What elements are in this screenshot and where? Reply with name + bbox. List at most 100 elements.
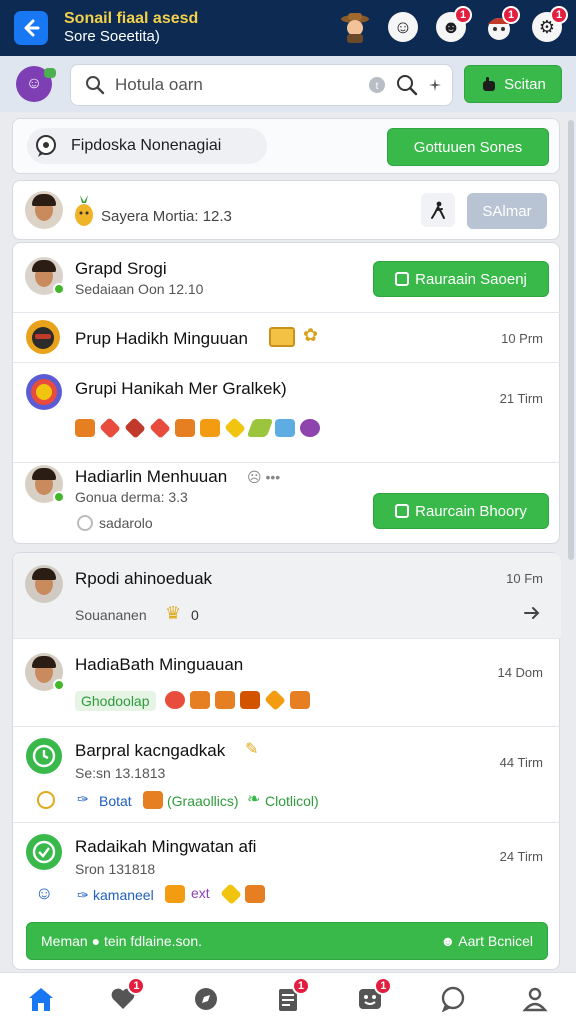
pencil-icon: ✎	[245, 741, 259, 758]
chat-list: Grapd Srogi Sedaiaan Oon 12.10 Rauraain …	[12, 242, 561, 545]
list-item[interactable]: Hadiarlin Menhuuan ☹ ••• Gonua derma: 3.…	[13, 463, 561, 545]
face-icon: ☹ •••	[247, 469, 281, 485]
sticker-icon	[240, 691, 260, 709]
list-item[interactable]: Grupi Hanikah Mer Gralkek) 21 Tirm	[13, 363, 561, 463]
chat-time: 10 Fm	[506, 571, 543, 586]
arrow-left-icon	[24, 19, 40, 37]
app-logo[interactable]: ☺	[16, 66, 56, 102]
chat-subtitle: Gonua derma: 3.3	[75, 489, 188, 505]
smiley-button[interactable]: ☺	[384, 8, 422, 46]
sticker-icon	[275, 419, 295, 437]
sticker-icon	[264, 689, 286, 711]
online-indicator	[53, 491, 65, 503]
svg-text:t: t	[376, 81, 379, 92]
arrow-right-icon[interactable]	[523, 605, 541, 621]
scrollbar[interactable]	[568, 120, 574, 560]
sticker-icon	[149, 417, 171, 439]
person-button[interactable]	[421, 193, 455, 227]
chat-bubble-icon	[36, 135, 56, 157]
list-item[interactable]: Grapd Srogi Sedaiaan Oon 12.10 Rauraain …	[13, 243, 561, 313]
list-item[interactable]: Rpodi ahinoeduak 10 Fm Souananen ♛ 0	[13, 553, 561, 639]
settings-button[interactable]: ⚙ 1	[528, 6, 568, 46]
search-submit-button[interactable]: Scitan	[464, 65, 562, 103]
compass-icon	[194, 987, 217, 1010]
nav-messages[interactable]: 1	[350, 976, 393, 1019]
sticker-icon	[165, 691, 185, 709]
chat-time: 14 Dom	[497, 665, 543, 680]
status-row: Sayera Mortia: 12.3 SAlmar	[12, 180, 560, 240]
chat-name: Hadiarlin Menhuuan	[75, 467, 228, 486]
notification-badge: 1	[550, 6, 568, 24]
sticker-icon	[200, 419, 220, 437]
clock-group-icon	[26, 738, 62, 774]
chat-action-button[interactable]: Raurcain Bhoory	[373, 493, 549, 529]
chat-action-label: Rauraain Saoenj	[415, 270, 527, 288]
list-item[interactable]: Radaikah Mingwatan afi Sron 131818 24 Ti…	[13, 823, 561, 919]
app-title: Sonail fiaal asesd	[64, 10, 199, 27]
chat-subtitle: Sron 131818	[75, 861, 156, 877]
nav-home[interactable]	[21, 979, 61, 1019]
filter-pill[interactable]: Fipdoska Nonenagiai	[27, 128, 267, 164]
back-button[interactable]	[14, 11, 48, 45]
top-bar: Sonail fiaal asesd Sore Soeetita) ☺ ☻ 1 …	[0, 0, 576, 56]
filter-label: Fipdoska Nonenagiai	[71, 137, 222, 154]
tool-icon: ✑	[77, 887, 89, 903]
chat-time: 24 Tirm	[499, 849, 543, 864]
nav-profile[interactable]	[515, 979, 555, 1019]
chat-action-button[interactable]: Rauraain Saoenj	[373, 261, 549, 297]
sparkle-icon[interactable]	[428, 78, 442, 92]
sticker-icon	[245, 885, 265, 903]
sticker-row	[165, 689, 310, 711]
reaction-button[interactable]: ☻ 1	[432, 6, 472, 46]
chat-name: Radaikah Mingwatan afi	[75, 837, 257, 856]
cowboy-mascot-icon	[341, 13, 369, 43]
sticker-icon	[246, 419, 274, 437]
header-icons: ☺ ☻ 1 1 ⚙ 1	[336, 6, 568, 46]
crown-icon: ♛	[165, 603, 182, 623]
hand-icon	[483, 77, 496, 91]
compose-left-label: Meman ● tein fdlaine.son.	[41, 933, 203, 949]
pineapple-icon	[75, 195, 93, 226]
check-group-icon	[26, 834, 62, 870]
search-button-label: Scitan	[504, 75, 546, 93]
chat-name: Barpral kacngadkak	[75, 741, 226, 760]
clear-icon[interactable]: t	[368, 76, 386, 94]
nav-chat[interactable]	[433, 979, 473, 1019]
online-indicator	[53, 679, 65, 691]
chat-count: 0	[191, 607, 199, 623]
sticker-icon	[75, 419, 95, 437]
avatar[interactable]	[25, 191, 63, 229]
chat-extra: kamaneel	[93, 887, 154, 903]
smiley-icon: ☺	[388, 12, 418, 42]
coin-icon	[37, 791, 55, 809]
edit-icon	[395, 272, 410, 286]
filter-bar: Fipdoska Nonenagiai Gottuuen Sones	[12, 118, 560, 174]
chat-extra: (Graaollics)	[167, 793, 239, 809]
bottom-nav: 1 1 1	[0, 972, 576, 1024]
nav-favorites[interactable]: 1	[103, 976, 146, 1019]
logo-icon: ☺	[25, 75, 43, 92]
person-icon	[522, 987, 548, 1011]
character-button[interactable]: 1	[480, 6, 520, 46]
sticker-icon	[215, 691, 235, 709]
chat-time: 10 Prm	[501, 331, 543, 346]
group-mascot-icon	[26, 320, 60, 354]
status-action-button[interactable]: SAlmar	[467, 193, 547, 229]
nav-notes[interactable]: 1	[268, 976, 310, 1019]
compose-action-button[interactable]: Meman ● tein fdlaine.son. ☻ Aart Bcnicel	[26, 922, 548, 960]
list-item[interactable]: Barpral kacngadkak ✎ Se:sn 13.1813 44 Ti…	[13, 727, 561, 823]
search-submit-icon[interactable]	[396, 74, 418, 96]
chat-time: 44 Tirm	[499, 755, 543, 770]
status-text: Sayera Mortia: 12.3	[101, 208, 232, 225]
list-item[interactable]: HadiaBath Minguauan 14 Dom Ghodoolap	[13, 639, 561, 727]
clock-icon	[77, 515, 93, 531]
online-indicator	[53, 283, 65, 295]
list-item[interactable]: Prup Hadikh Minguuan ✿ 10 Prm	[13, 313, 561, 363]
rainbow-group-icon	[26, 374, 62, 410]
filter-action-button[interactable]: Gottuuen Sones	[387, 128, 549, 166]
search-input[interactable]: Hotula oarn t	[70, 64, 453, 106]
chat-list-secondary: Rpodi ahinoeduak 10 Fm Souananen ♛ 0 Had…	[12, 552, 561, 970]
nav-explore[interactable]	[186, 979, 226, 1019]
sticker-icon	[143, 791, 163, 809]
mascot-avatar-button[interactable]	[336, 8, 374, 46]
